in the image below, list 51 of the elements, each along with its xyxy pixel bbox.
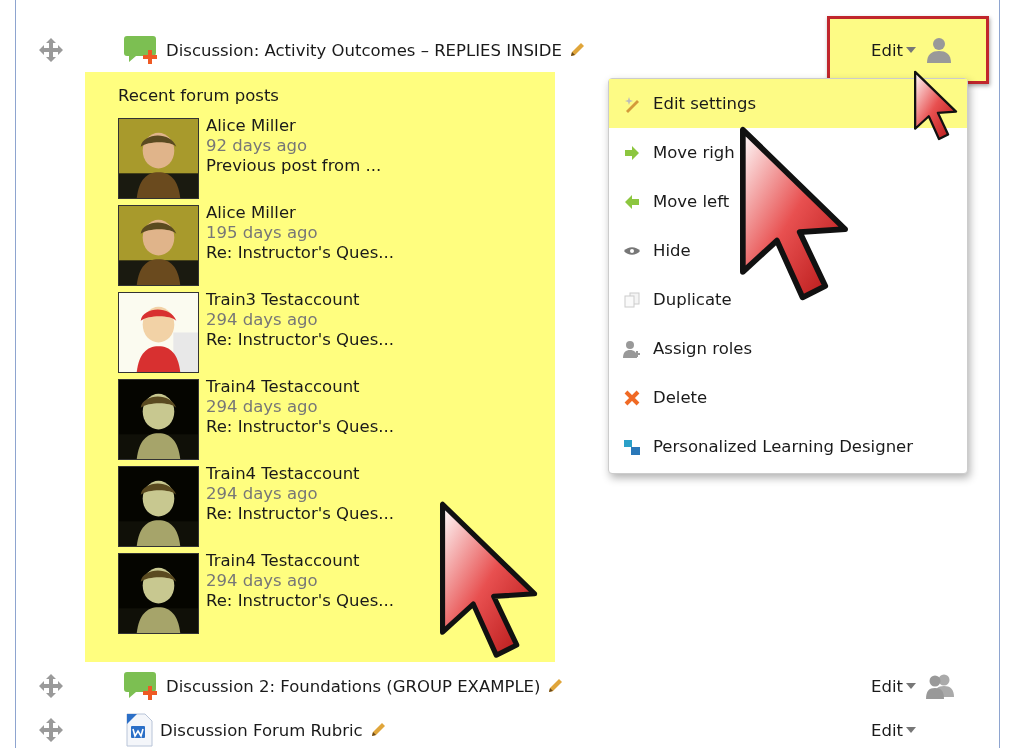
move-icon[interactable] bbox=[38, 717, 64, 743]
post-subject-link[interactable]: Re: Instructor's Ques... bbox=[206, 330, 395, 350]
post-subject-link[interactable]: Re: Instructor's Ques... bbox=[206, 591, 395, 611]
forum-icon bbox=[124, 34, 160, 66]
post-subject-link[interactable]: Re: Instructor's Ques... bbox=[206, 243, 395, 263]
activity-title[interactable]: Discussion: Activity Outcomes – REPLIES INSIDE bbox=[166, 40, 562, 60]
author-name[interactable]: Alice Miller bbox=[206, 203, 395, 223]
forum-icon bbox=[124, 670, 160, 702]
post-subject-link[interactable]: Re: Instructor's Ques... bbox=[206, 504, 395, 524]
document-icon bbox=[124, 713, 154, 747]
add-person-icon bbox=[623, 339, 641, 358]
right-arrow-icon bbox=[623, 143, 641, 162]
cursor-arrow-icon bbox=[914, 70, 958, 142]
post-time: 294 days ago bbox=[206, 310, 319, 330]
menu-item[interactable]: Duplicate bbox=[609, 275, 967, 324]
menu-item[interactable]: Assign roles bbox=[609, 324, 967, 373]
caret-icon bbox=[905, 727, 916, 733]
post-subject-link[interactable]: Re: Instructor's Ques... bbox=[206, 417, 395, 437]
edit-menu-button[interactable]: Edit bbox=[871, 676, 916, 696]
menu-item[interactable]: Hide bbox=[609, 226, 967, 275]
post-time: 294 days ago bbox=[206, 397, 319, 417]
post-subject-link[interactable]: Previous post from ... bbox=[206, 156, 382, 176]
menu-item[interactable]: Move righ bbox=[609, 128, 967, 177]
move-icon[interactable] bbox=[38, 37, 64, 63]
blocks-icon bbox=[623, 437, 641, 456]
edit-menu-button[interactable]: Edit bbox=[871, 720, 916, 740]
activity-title[interactable]: Discussion 2: Foundations (GROUP EXAMPLE) bbox=[166, 676, 541, 696]
copy-icon bbox=[623, 290, 641, 309]
author-name[interactable]: Train4 Testaccount bbox=[206, 551, 395, 571]
menu-item[interactable]: Delete bbox=[609, 373, 967, 422]
people-icon[interactable] bbox=[925, 673, 954, 699]
block-title: Recent forum posts bbox=[118, 86, 280, 105]
author-name[interactable]: Alice Miller bbox=[206, 116, 382, 136]
menu-item[interactable]: Personalized Learning Designer bbox=[609, 422, 967, 471]
menu-item[interactable]: Move left bbox=[609, 177, 967, 226]
author-name[interactable]: Train4 Testaccount bbox=[206, 377, 395, 397]
post-time: 92 days ago bbox=[206, 136, 309, 156]
author-name[interactable]: Train3 Testaccount bbox=[206, 290, 395, 310]
move-icon[interactable] bbox=[38, 673, 64, 699]
post-time: 195 days ago bbox=[206, 223, 319, 243]
post-time: 294 days ago bbox=[206, 484, 319, 504]
activity-title[interactable]: Discussion Forum Rubric bbox=[160, 720, 363, 740]
author-name[interactable]: Train4 Testaccount bbox=[206, 464, 395, 484]
post-time: 294 days ago bbox=[206, 571, 319, 591]
menu-item[interactable]: Edit settings bbox=[609, 79, 967, 128]
edit-menu-button[interactable]: Edit bbox=[871, 40, 916, 60]
pencil-icon[interactable] bbox=[546, 677, 565, 695]
delete-icon bbox=[623, 388, 641, 407]
caret-icon bbox=[905, 683, 916, 689]
person-icon[interactable] bbox=[925, 37, 952, 63]
caret-icon bbox=[905, 47, 916, 53]
